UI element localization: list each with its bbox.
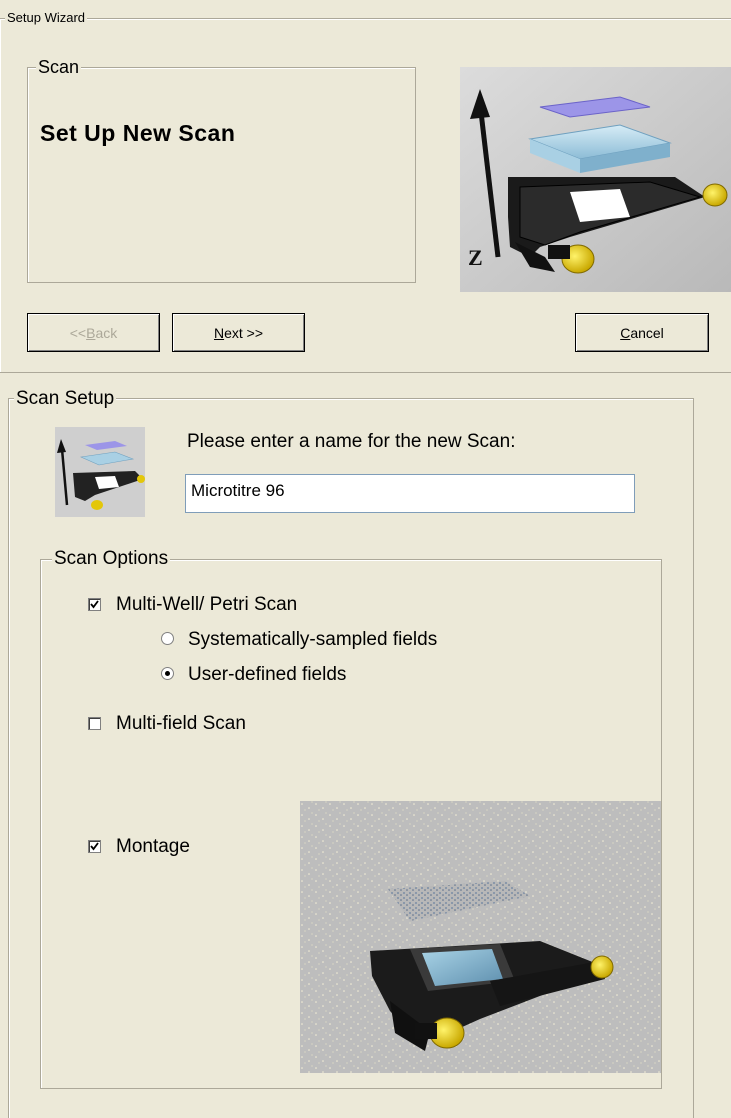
user-defined-fields-label: User-defined fields: [188, 664, 347, 685]
setup-wizard-title: Setup Wizard: [5, 10, 88, 25]
svg-text:Z: Z: [468, 245, 483, 270]
multi-field-label: Multi-field Scan: [116, 713, 246, 734]
scan-heading: Set Up New Scan: [40, 120, 236, 146]
back-button-rest: ack: [95, 324, 118, 341]
user-defined-fields-radio[interactable]: [161, 667, 174, 680]
scan-panel-legend: Scan: [36, 57, 82, 77]
montage-checkbox[interactable]: [88, 840, 101, 853]
back-button[interactable]: << Back: [27, 313, 160, 352]
stage-illustration: Z: [460, 67, 731, 292]
cancel-button[interactable]: Cancel: [575, 313, 709, 352]
scan-options-legend: Scan Options: [52, 548, 171, 569]
cancel-button-key: C: [620, 324, 631, 341]
scan-name-field[interactable]: Microtitre 96: [185, 474, 635, 513]
multi-well-label: Multi-Well/ Petri Scan: [116, 594, 298, 615]
cancel-button-rest: ancel: [630, 324, 664, 341]
back-button-key: B: [86, 324, 96, 341]
name-prompt-label: Please enter a name for the new Scan:: [187, 431, 516, 452]
scan-panel: [27, 67, 416, 283]
next-button-rest: ext >>: [224, 324, 264, 341]
montage-illustration: [300, 801, 661, 1073]
scan-setup-legend: Scan Setup: [14, 388, 117, 409]
next-button[interactable]: Next >>: [172, 313, 305, 352]
multi-field-checkbox[interactable]: [88, 717, 101, 730]
back-button-prefix: <<: [69, 324, 87, 341]
montage-label: Montage: [116, 836, 190, 857]
systematic-fields-radio[interactable]: [161, 632, 174, 645]
stage-thumbnail-icon: [55, 427, 145, 517]
systematic-fields-label: Systematically-sampled fields: [188, 629, 438, 650]
next-button-key: N: [213, 324, 225, 341]
multi-well-checkbox[interactable]: [88, 598, 101, 611]
